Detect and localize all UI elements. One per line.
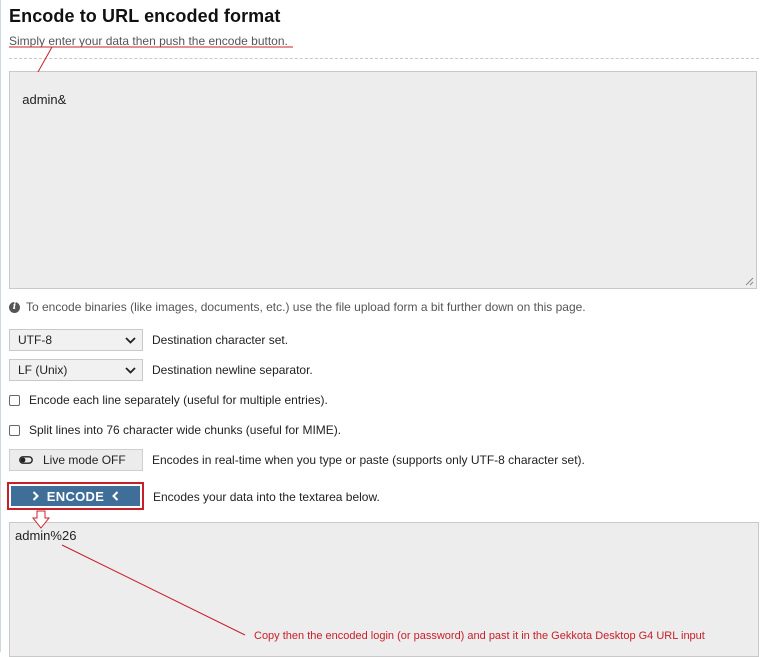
charset-label: Destination character set.	[152, 333, 289, 347]
chevron-down-icon	[125, 336, 136, 344]
each-line-checkbox[interactable]	[9, 394, 20, 406]
each-line-label[interactable]: Encode each line separately (useful for …	[29, 393, 328, 407]
toggle-icon	[19, 456, 33, 464]
input-value: admin&	[22, 92, 67, 107]
newline-selected: LF (Unix)	[18, 363, 68, 377]
encode-button-label: ENCODE	[46, 488, 105, 504]
live-mode-description: Encodes in real-time when you type or pa…	[152, 453, 585, 467]
info-text: To encode binaries (like images, documen…	[26, 300, 586, 314]
page-title: Encode to URL encoded format	[9, 6, 281, 26]
page-left-border	[0, 0, 1, 652]
charset-select[interactable]: UTF-8	[9, 329, 143, 351]
section-divider	[9, 58, 759, 59]
chevron-left-icon	[112, 491, 119, 501]
resize-grip-icon[interactable]	[744, 276, 754, 286]
live-mode-toggle[interactable]: Live mode OFF	[9, 449, 143, 471]
subtitle-annotation-pointer	[37, 46, 53, 73]
chevron-right-icon	[32, 491, 39, 501]
encode-description: Encodes your data into the textarea belo…	[153, 490, 380, 504]
newline-row: LF (Unix) Destination newline separator.	[9, 359, 313, 381]
charset-selected: UTF-8	[18, 333, 52, 347]
split-lines-checkbox[interactable]	[9, 424, 20, 436]
encode-button-highlight: ENCODE	[7, 482, 144, 510]
annotation-text: Copy then the encoded login (or password…	[254, 630, 705, 642]
split-lines-option: Split lines into 76 character wide chunk…	[9, 423, 341, 437]
each-line-option: Encode each line separately (useful for …	[9, 393, 328, 407]
newline-select[interactable]: LF (Unix)	[9, 359, 143, 381]
info-icon: i	[9, 301, 20, 313]
info-note: i To encode binaries (like images, docum…	[9, 300, 586, 314]
page-subtitle: Simply enter your data then push the enc…	[9, 34, 288, 48]
charset-row: UTF-8 Destination character set.	[9, 329, 288, 351]
chevron-down-icon	[125, 366, 136, 374]
split-lines-label[interactable]: Split lines into 76 character wide chunk…	[29, 423, 341, 437]
live-mode-row: Live mode OFF Encodes in real-time when …	[9, 449, 585, 471]
live-mode-label: Live mode OFF	[43, 453, 126, 467]
input-textarea[interactable]: admin&	[9, 71, 757, 289]
encode-button[interactable]: ENCODE	[11, 486, 140, 506]
newline-label: Destination newline separator.	[152, 363, 313, 377]
output-value: admin%26	[15, 528, 77, 543]
